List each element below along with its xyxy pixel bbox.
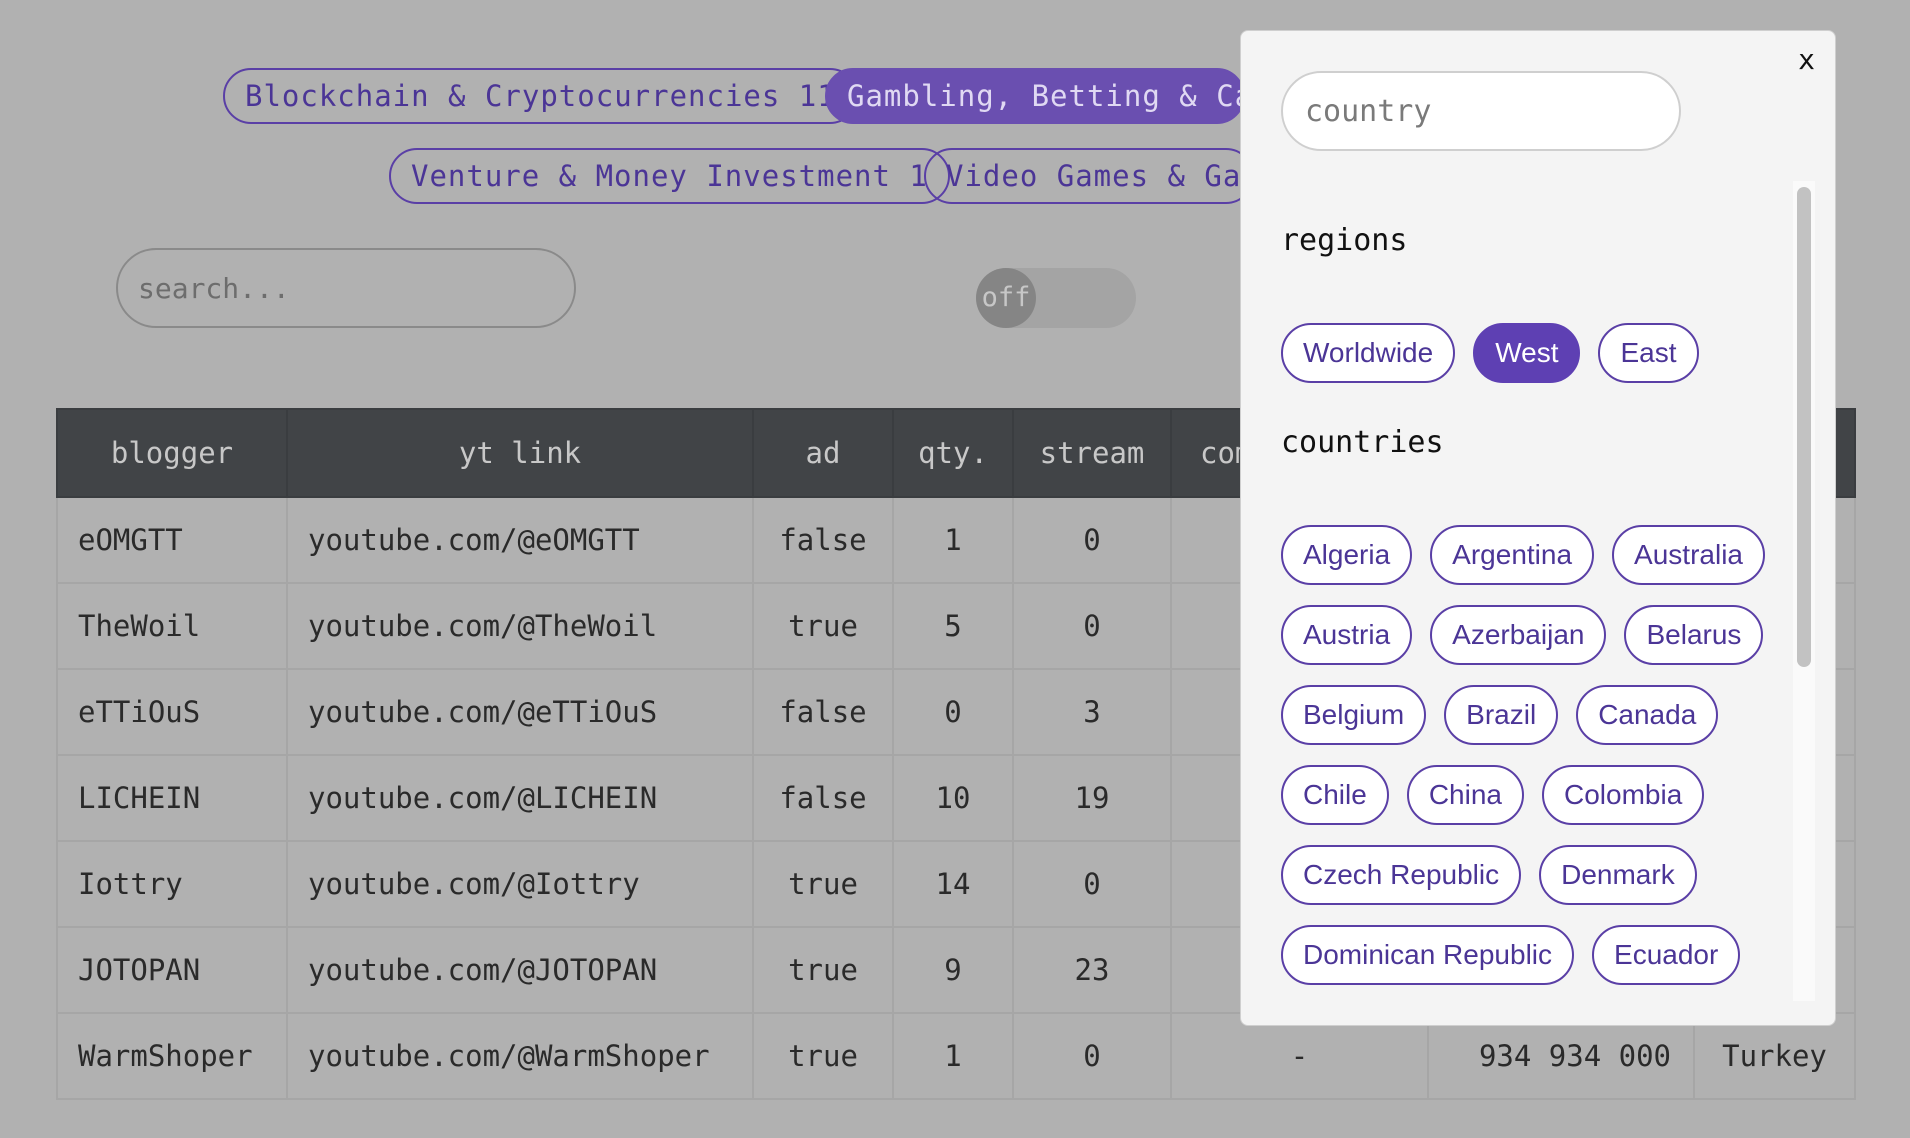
country-chip[interactable]: Brazil: [1444, 685, 1559, 745]
table-cell: 0: [892, 668, 1014, 756]
table-cell: 9: [892, 926, 1014, 1014]
table-cell: eOMGTT: [56, 496, 288, 584]
country-chip[interactable]: Belgium: [1281, 685, 1427, 745]
tag-venture[interactable]: Venture & Money Investment 1: [389, 148, 950, 204]
country-chip[interactable]: China: [1406, 765, 1524, 825]
regions-list: Worldwide West East: [1281, 323, 1781, 383]
search-input[interactable]: [116, 248, 576, 328]
table-cell: 10: [892, 754, 1014, 842]
country-chip[interactable]: Australia: [1612, 525, 1765, 585]
table-cell: LICHEIN: [56, 754, 288, 842]
table-cell: 19: [1012, 754, 1172, 842]
country-chip[interactable]: Dominican Republic: [1281, 925, 1575, 985]
header-blogger[interactable]: blogger: [56, 408, 288, 498]
scrollbar-thumb[interactable]: [1797, 187, 1811, 667]
modal-scrollbar[interactable]: [1793, 181, 1815, 1001]
country-chip[interactable]: Czech Republic: [1281, 845, 1522, 905]
table-cell: Iottry: [56, 840, 288, 928]
country-chip[interactable]: Colombia: [1541, 765, 1705, 825]
country-chip[interactable]: Ecuador: [1592, 925, 1741, 985]
table-cell[interactable]: youtube.com/@LICHEIN: [286, 754, 754, 842]
table-cell: 1: [892, 1012, 1014, 1100]
table-cell: 1: [892, 496, 1014, 584]
table-cell: eTTiOuS: [56, 668, 288, 756]
modal-scroll-area: regions Worldwide West East countries Alge…: [1281, 153, 1791, 1001]
table-cell: 3: [1012, 668, 1172, 756]
table-cell[interactable]: youtube.com/@Iottry: [286, 840, 754, 928]
table-cell: 23: [1012, 926, 1172, 1014]
filter-toggle[interactable]: off: [976, 268, 1136, 328]
country-chip[interactable]: Argentina: [1430, 525, 1595, 585]
country-chip[interactable]: Chile: [1281, 765, 1389, 825]
regions-heading: regions: [1281, 223, 1408, 258]
table-cell: TheWoil: [56, 582, 288, 670]
header-stream[interactable]: stream: [1012, 408, 1172, 498]
table-cell[interactable]: youtube.com/@TheWoil: [286, 582, 754, 670]
table-cell: 14: [892, 840, 1014, 928]
country-chip[interactable]: Canada: [1576, 685, 1719, 745]
table-cell: true: [752, 840, 894, 928]
countries-list: Algeria Argentina Australia Austria Azerbaij…: [1281, 525, 1781, 985]
country-chip[interactable]: Belarus: [1624, 605, 1764, 665]
table-cell: false: [752, 754, 894, 842]
table-cell: JOTOPAN: [56, 926, 288, 1014]
countries-heading: countries: [1281, 425, 1444, 460]
table-cell: 0: [1012, 1012, 1172, 1100]
header-ad[interactable]: ad: [752, 408, 894, 498]
country-chip[interactable]: Denmark: [1539, 845, 1697, 905]
region-chip[interactable]: East: [1598, 323, 1699, 383]
table-cell: 5: [892, 582, 1014, 670]
table-cell: true: [752, 1012, 894, 1100]
region-chip[interactable]: Worldwide: [1281, 323, 1456, 383]
table-cell: true: [752, 582, 894, 670]
table-cell: false: [752, 496, 894, 584]
table-cell[interactable]: youtube.com/@eTTiOuS: [286, 668, 754, 756]
header-yt-link[interactable]: yt link: [286, 408, 754, 498]
country-search-input[interactable]: [1281, 71, 1681, 151]
table-cell[interactable]: youtube.com/@JOTOPAN: [286, 926, 754, 1014]
close-button[interactable]: x: [1798, 43, 1815, 76]
country-chip[interactable]: Azerbaijan: [1430, 605, 1607, 665]
tag-gambling[interactable]: Gambling, Betting & Cas: [825, 68, 1245, 124]
table-cell: 0: [1012, 496, 1172, 584]
country-chip[interactable]: Algeria: [1281, 525, 1413, 585]
table-cell: 0: [1012, 840, 1172, 928]
table-cell: false: [752, 668, 894, 756]
table-cell[interactable]: youtube.com/@WarmShoper: [286, 1012, 754, 1100]
region-chip[interactable]: West: [1473, 323, 1581, 383]
table-cell: WarmShoper: [56, 1012, 288, 1100]
country-filter-modal: x regions Worldwide West East countries Al…: [1240, 30, 1836, 1026]
country-chip[interactable]: Austria: [1281, 605, 1413, 665]
table-cell: true: [752, 926, 894, 1014]
tag-blockchain[interactable]: Blockchain & Cryptocurrencies 11: [223, 68, 858, 124]
header-qty[interactable]: qty.: [892, 408, 1014, 498]
tag-video-games[interactable]: Video Games & Game: [924, 148, 1254, 204]
table-cell[interactable]: youtube.com/@eOMGTT: [286, 496, 754, 584]
table-cell: 0: [1012, 582, 1172, 670]
toggle-knob: off: [976, 268, 1036, 328]
